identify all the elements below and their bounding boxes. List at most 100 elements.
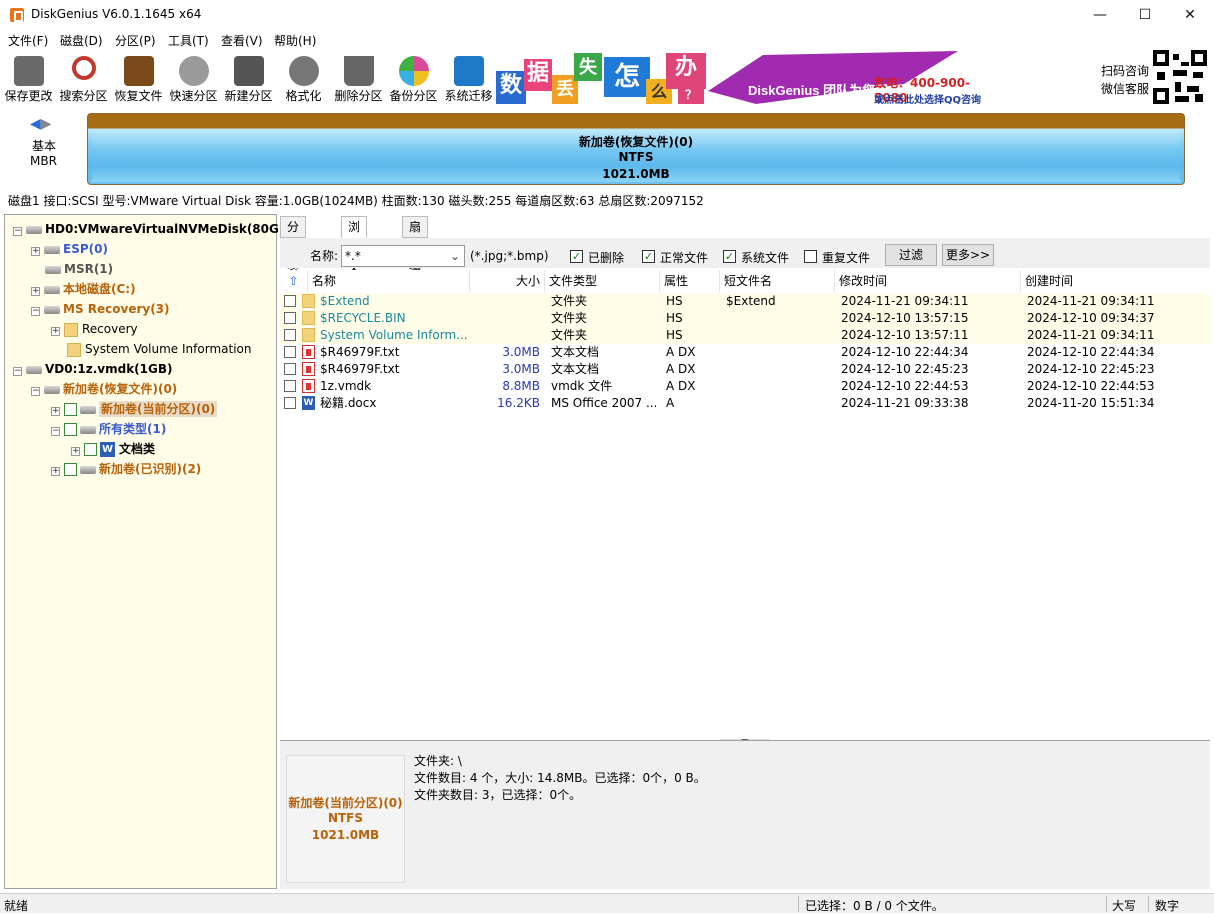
file-checkbox[interactable]	[284, 380, 296, 392]
expand-icon[interactable]: +	[31, 287, 40, 296]
promo-banner[interactable]: 数 据 丢 失 怎 么 办 ？ DiskGenius 团队为您服务 致电：400…	[496, 51, 996, 104]
file-checkbox[interactable]	[284, 295, 296, 307]
tree-node-svi-folder[interactable]: System Volume Information	[67, 339, 251, 359]
chevron-down-icon: ⌄	[449, 249, 460, 263]
col-attr[interactable]: 属性	[660, 270, 720, 292]
up-folder-icon[interactable]: ⇧	[280, 270, 308, 292]
partition-thumbnail: 新加卷(当前分区)(0) NTFS 1021.0MB	[286, 755, 405, 883]
tab-sector-editor[interactable]: 扇区编辑	[402, 216, 429, 294]
expand-icon[interactable]: +	[71, 447, 80, 456]
file-row[interactable]: 1z.vmdk 8.8MB vmdk 文件 A DX 2024-12-10 22…	[280, 378, 1210, 395]
save-changes-button[interactable]: 保存更改	[1, 50, 56, 106]
tree-node-hd0[interactable]: − HD0:VMwareVirtualNVMeDisk(80GB	[13, 219, 288, 239]
menu-partition[interactable]: 分区(P)	[115, 32, 156, 49]
next-disk-icon[interactable]: ▶	[41, 116, 52, 132]
tree-node-recovered-volume[interactable]: − 新加卷(恢复文件)(0)	[31, 379, 177, 399]
system-files-checkbox[interactable]: ✓	[723, 250, 736, 263]
file-row[interactable]: $R46979F.txt 3.0MB 文本文档 A DX 2024-12-10 …	[280, 344, 1210, 361]
quick-partition-button[interactable]: 快速分区	[166, 50, 221, 106]
collapse-icon[interactable]: −	[13, 227, 22, 236]
menu-disk[interactable]: 磁盘(D)	[60, 32, 103, 49]
file-checkbox[interactable]	[284, 346, 296, 358]
normal-files-checkbox[interactable]: ✓	[642, 250, 655, 263]
tree-node-vd0[interactable]: − VD0:1z.vmdk(1GB)	[13, 359, 173, 379]
file-row[interactable]: $R46979F.txt 3.0MB 文本文档 A DX 2024-12-10 …	[280, 361, 1210, 378]
tree-checkbox[interactable]	[84, 443, 97, 456]
tree-checkbox[interactable]	[64, 423, 77, 436]
maximize-button[interactable]: ☐	[1122, 0, 1168, 30]
tree-node-msr[interactable]: MSR(1)	[45, 259, 113, 279]
file-row[interactable]: $RECYCLE.BIN 文件夹 HS 2024-12-10 13:57:15 …	[280, 310, 1210, 327]
file-list: ⇧ 名称 大小 文件类型 属性 短文件名 修改时间 创建时间 $Extend 文…	[280, 270, 1210, 736]
collapse-icon[interactable]: −	[51, 427, 60, 436]
file-row[interactable]: W 秘籍.docx 16.2KB MS Office 2007 ... A 20…	[280, 395, 1210, 412]
filter-button[interactable]: 过滤	[885, 244, 937, 266]
menu-help[interactable]: 帮助(H)	[274, 32, 316, 49]
partition-icon	[44, 245, 60, 254]
qr-code-icon[interactable]	[1153, 50, 1207, 104]
app-logo-icon	[10, 8, 24, 22]
menu-view[interactable]: 查看(V)	[221, 32, 263, 49]
col-type[interactable]: 文件类型	[545, 270, 660, 292]
col-name[interactable]: 名称	[308, 270, 470, 292]
banner-qq: 或点击此处选择QQ咨询	[874, 95, 982, 104]
recover-files-button[interactable]: 恢复文件	[111, 50, 166, 106]
delete-partition-button[interactable]: 删除分区	[331, 50, 386, 106]
tree-node-recovery-folder[interactable]: + Recovery	[51, 319, 138, 339]
col-created[interactable]: 创建时间	[1021, 270, 1210, 292]
tab-partition-params[interactable]: 分区参数	[280, 216, 307, 294]
tree-node-current-partition[interactable]: + 新加卷(当前分区)(0)	[51, 399, 218, 419]
tab-browse-files[interactable]: 浏览文件	[341, 216, 368, 294]
banner-char: 怎	[604, 57, 650, 97]
close-button[interactable]: ✕	[1167, 0, 1213, 30]
prev-disk-icon[interactable]: ◀	[30, 116, 41, 132]
deleted-file-icon	[302, 345, 315, 359]
expand-icon[interactable]: +	[51, 407, 60, 416]
disk-nav-arrows[interactable]: ◀▶	[30, 116, 52, 132]
tree-node-all-types[interactable]: − 所有类型(1)	[51, 419, 166, 439]
file-checkbox[interactable]	[284, 312, 296, 324]
file-checkbox[interactable]	[284, 329, 296, 341]
delete-partition-icon	[343, 56, 374, 86]
disk-scheme: MBR	[30, 154, 57, 168]
tree-node-identified[interactable]: + 新加卷(已识别)(2)	[51, 459, 201, 479]
tree-node-ms-recovery[interactable]: − MS Recovery(3)	[31, 299, 170, 319]
duplicate-files-checkbox[interactable]	[804, 250, 817, 263]
col-size[interactable]: 大小	[470, 270, 545, 292]
collapse-icon[interactable]: −	[13, 367, 22, 376]
partition-bar[interactable]: 新加卷(恢复文件)(0) NTFS 1021.0MB	[87, 113, 1185, 185]
file-checkbox[interactable]	[284, 397, 296, 409]
partition-size: 1021.0MB	[602, 167, 670, 181]
tree-checkbox[interactable]	[64, 463, 77, 476]
format-icon	[288, 56, 319, 86]
minimize-button[interactable]: —	[1077, 0, 1123, 30]
new-partition-button[interactable]: 新建分区	[221, 50, 276, 106]
menu-file[interactable]: 文件(F)	[8, 32, 48, 49]
pattern-hint: (*.jpg;*.bmp)	[470, 249, 549, 263]
deleted-label: 已删除	[588, 251, 625, 265]
name-pattern-select[interactable]: *.* ⌄	[341, 245, 465, 267]
banner-char: 办	[666, 53, 706, 89]
expand-icon[interactable]: +	[51, 467, 60, 476]
deleted-checkbox[interactable]: ✓	[570, 250, 583, 263]
more-button[interactable]: 更多>>	[942, 244, 994, 266]
file-row[interactable]: System Volume Inform... 文件夹 HS 2024-12-1…	[280, 327, 1210, 344]
system-migrate-button[interactable]: 系统迁移	[441, 50, 496, 106]
expand-icon[interactable]: +	[51, 327, 60, 336]
search-partition-button[interactable]: 搜索分区	[56, 50, 111, 106]
collapse-icon[interactable]: −	[31, 387, 40, 396]
expand-icon[interactable]: +	[31, 247, 40, 256]
tree-node-c-drive[interactable]: + 本地磁盘(C:)	[31, 279, 136, 299]
col-shortname[interactable]: 短文件名	[720, 270, 835, 292]
file-checkbox[interactable]	[284, 363, 296, 375]
tree-node-esp[interactable]: + ESP(0)	[31, 239, 108, 259]
backup-partition-button[interactable]: 备份分区	[386, 50, 441, 106]
tree-checkbox[interactable]	[64, 403, 77, 416]
status-selection: 已选择：0 B / 0 个文件。	[805, 899, 944, 913]
format-button[interactable]: 格式化	[276, 50, 331, 106]
col-modified[interactable]: 修改时间	[835, 270, 1021, 292]
tree-node-documents[interactable]: + W 文档类	[71, 439, 155, 459]
file-row[interactable]: $Extend 文件夹 HS $Extend 2024-11-21 09:34:…	[280, 293, 1210, 310]
menu-tools[interactable]: 工具(T)	[168, 32, 209, 49]
collapse-icon[interactable]: −	[31, 307, 40, 316]
